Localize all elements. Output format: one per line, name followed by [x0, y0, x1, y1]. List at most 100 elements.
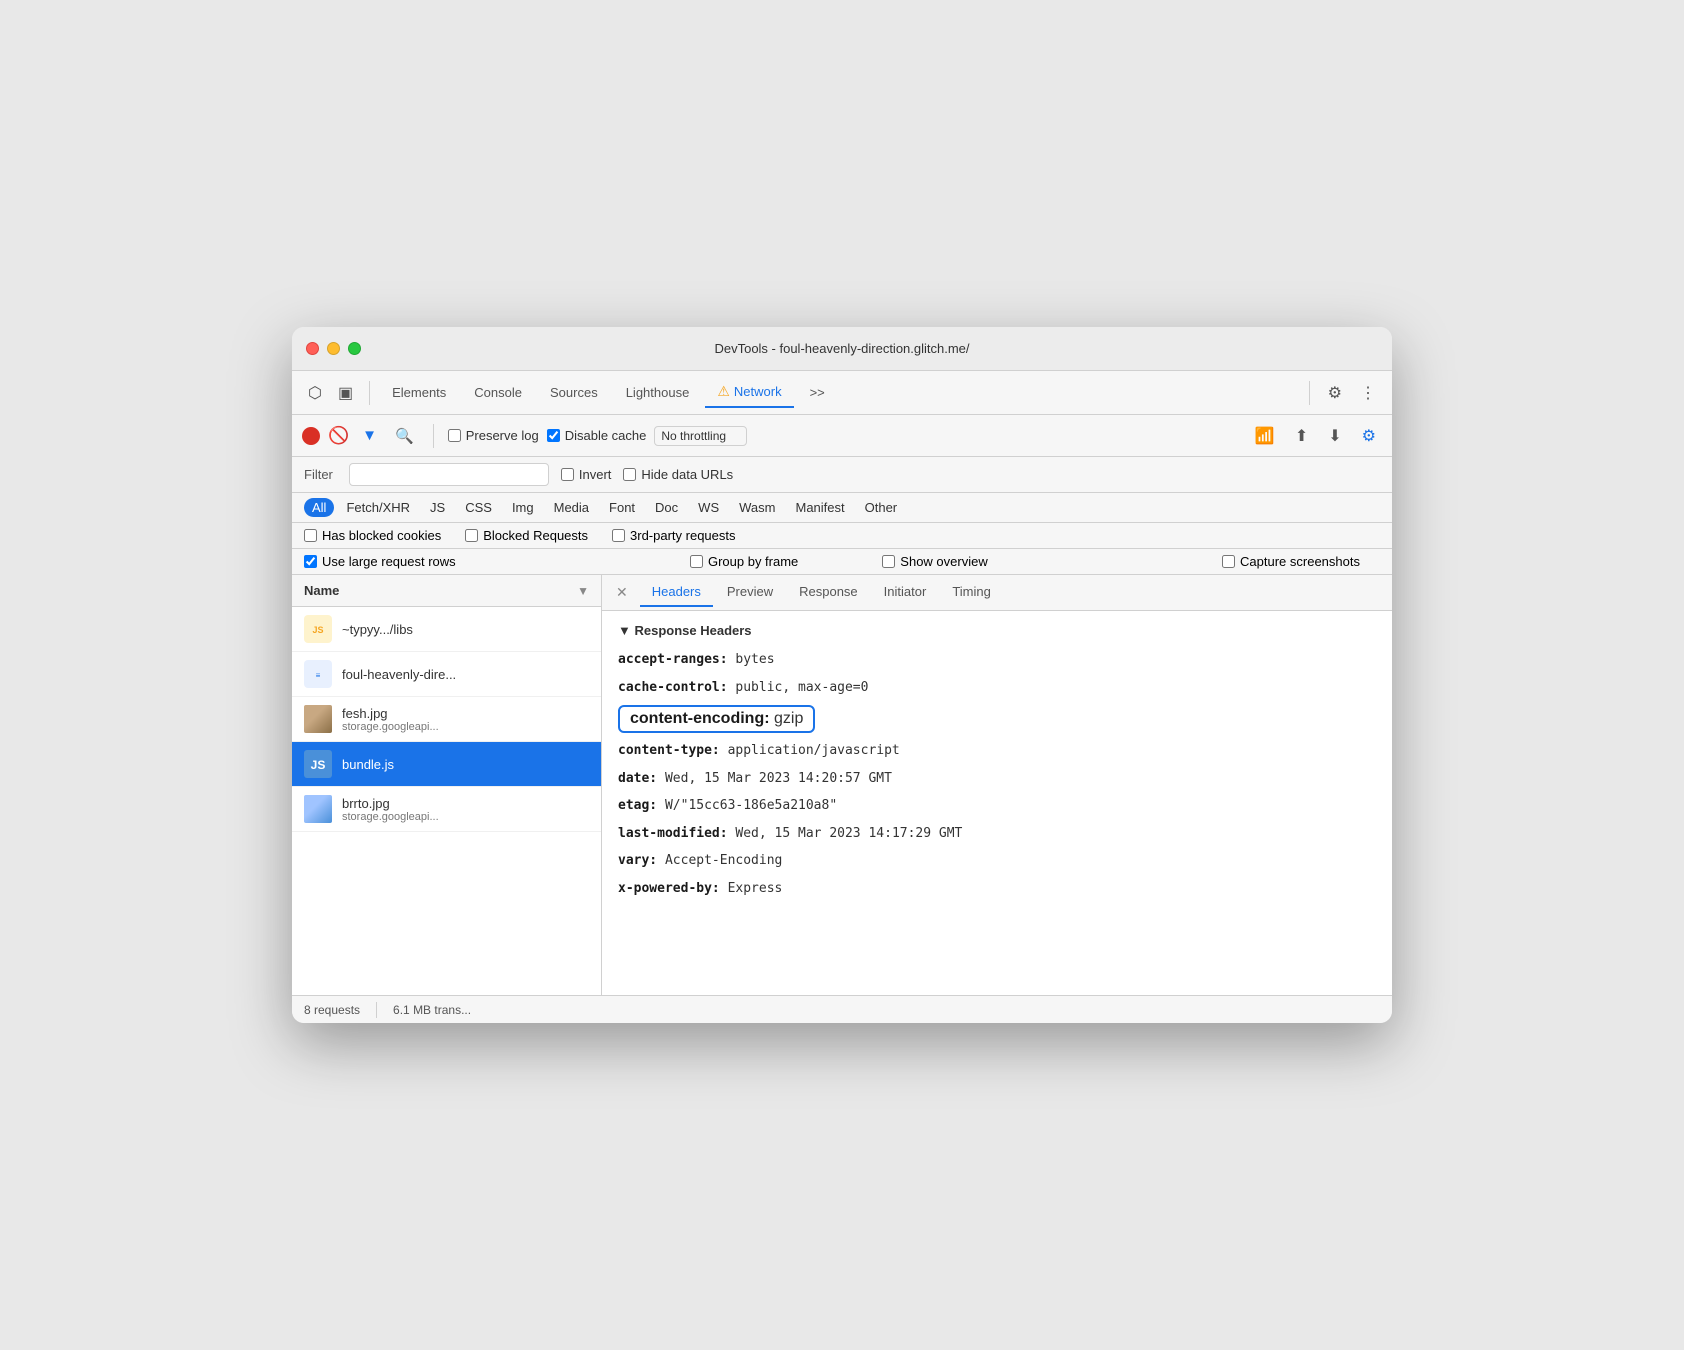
filter-row: Filter Invert Hide data URLs: [292, 457, 1392, 493]
highlighted-header: content-encoding: gzip: [618, 705, 815, 733]
hide-data-urls-checkbox[interactable]: Hide data URLs: [623, 467, 733, 482]
image-thumbnail-2: [304, 795, 332, 823]
type-other-button[interactable]: Other: [857, 498, 906, 517]
tab-lighthouse[interactable]: Lighthouse: [614, 379, 702, 406]
tab-sources[interactable]: Sources: [538, 379, 610, 406]
cursor-icon[interactable]: ⬡: [302, 379, 328, 407]
tab-timing[interactable]: Timing: [940, 578, 1003, 607]
filter-input[interactable]: [349, 463, 549, 486]
tab-network[interactable]: ⚠ Network: [705, 377, 793, 408]
main-content: Name ▼ JS ~typyy.../libs ≡ foul-heavenly…: [292, 575, 1392, 995]
close-button[interactable]: [306, 342, 319, 355]
type-manifest-button[interactable]: Manifest: [787, 498, 852, 517]
net-toolbar-right: 📶 ⬆ ⬇ ⚙: [1249, 422, 1382, 450]
type-js-button[interactable]: JS: [422, 498, 453, 517]
settings-blue-icon[interactable]: ⚙: [1356, 422, 1382, 450]
third-party-checkbox[interactable]: 3rd-party requests: [612, 528, 736, 543]
tab-console[interactable]: Console: [462, 379, 534, 406]
block-requests-icon[interactable]: 🚫: [328, 426, 349, 446]
header-value: Accept-Encoding: [657, 853, 782, 868]
header-row-content-type: content-type: application/javascript: [618, 737, 1376, 765]
header-name: vary:: [618, 853, 657, 868]
file-name: ~typyy.../libs: [342, 622, 413, 637]
file-icon-img: [304, 705, 332, 733]
upload-icon[interactable]: ⬆: [1289, 422, 1314, 450]
header-row-last-modified: last-modified: Wed, 15 Mar 2023 14:17:29…: [618, 820, 1376, 848]
checkbox-row-1: Has blocked cookies Blocked Requests 3rd…: [292, 523, 1392, 549]
sort-arrow-icon: ▼: [577, 584, 589, 598]
checkbox-row-2: Use large request rows Group by frame Sh…: [292, 549, 1392, 575]
disable-cache-checkbox[interactable]: Disable cache: [547, 428, 647, 443]
throttling-select[interactable]: No throttling: [654, 426, 747, 446]
list-item[interactable]: JS ~typyy.../libs: [292, 607, 601, 652]
window-title: DevTools - foul-heavenly-direction.glitc…: [714, 341, 969, 356]
tab-elements[interactable]: Elements: [380, 379, 458, 406]
file-domain: storage.googleapi...: [342, 721, 439, 733]
tab-headers[interactable]: Headers: [640, 578, 713, 607]
tab-initiator[interactable]: Initiator: [872, 578, 939, 607]
search-icon[interactable]: 🔍: [390, 424, 419, 448]
tab-more[interactable]: >>: [798, 379, 837, 406]
preserve-log-checkbox[interactable]: Preserve log: [448, 428, 539, 443]
maximize-button[interactable]: [348, 342, 361, 355]
wifi-icon[interactable]: 📶: [1249, 422, 1281, 450]
type-font-button[interactable]: Font: [601, 498, 643, 517]
filter-icon[interactable]: ▼: [357, 424, 382, 447]
has-blocked-cookies-checkbox[interactable]: Has blocked cookies: [304, 528, 441, 543]
invert-checkbox[interactable]: Invert: [561, 467, 612, 482]
inspect-icon[interactable]: ▣: [332, 379, 359, 407]
type-all-button[interactable]: All: [304, 498, 334, 517]
section-title[interactable]: ▼ Response Headers: [618, 623, 1376, 638]
settings-icon[interactable]: ⚙: [1322, 379, 1348, 407]
file-list: Name ▼ JS ~typyy.../libs ≡ foul-heavenly…: [292, 575, 602, 995]
file-name: foul-heavenly-dire...: [342, 667, 456, 682]
record-stop-button[interactable]: [302, 427, 320, 445]
file-info: brrto.jpg storage.googleapi...: [342, 796, 439, 823]
file-info: foul-heavenly-dire...: [342, 667, 456, 682]
type-doc-button[interactable]: Doc: [647, 498, 686, 517]
file-list-header: Name ▼: [292, 575, 601, 607]
header-value: Wed, 15 Mar 2023 14:20:57 GMT: [657, 771, 892, 786]
filter-label: Filter: [304, 467, 333, 482]
svg-text:≡: ≡: [316, 671, 321, 680]
type-css-button[interactable]: CSS: [457, 498, 500, 517]
warning-icon: ⚠: [717, 383, 730, 400]
type-filter-row: All Fetch/XHR JS CSS Img Media Font Doc …: [292, 493, 1392, 523]
detail-tabs: ✕ Headers Preview Response Initiator Tim…: [602, 575, 1392, 611]
show-overview-checkbox[interactable]: Show overview: [882, 554, 987, 569]
blocked-requests-checkbox[interactable]: Blocked Requests: [465, 528, 588, 543]
file-icon-js: JS: [304, 615, 332, 643]
header-value: application/javascript: [720, 743, 900, 758]
minimize-button[interactable]: [327, 342, 340, 355]
requests-count: 8 requests: [304, 1003, 360, 1017]
tab-response[interactable]: Response: [787, 578, 870, 607]
type-ws-button[interactable]: WS: [690, 498, 727, 517]
large-rows-checkbox[interactable]: Use large request rows: [304, 554, 456, 569]
list-item[interactable]: ≡ foul-heavenly-dire...: [292, 652, 601, 697]
tab-preview[interactable]: Preview: [715, 578, 785, 607]
type-img-button[interactable]: Img: [504, 498, 542, 517]
file-domain: storage.googleapi...: [342, 811, 439, 823]
header-row-content-encoding: content-encoding: gzip: [618, 705, 1376, 733]
header-name: cache-control:: [618, 680, 728, 695]
header-row-vary: vary: Accept-Encoding: [618, 847, 1376, 875]
image-thumbnail: [304, 705, 332, 733]
type-fetchxhr-button[interactable]: Fetch/XHR: [338, 498, 418, 517]
file-icon-img2: [304, 795, 332, 823]
group-by-frame-checkbox[interactable]: Group by frame: [690, 554, 798, 569]
list-item-selected[interactable]: JS bundle.js: [292, 742, 601, 787]
type-wasm-button[interactable]: Wasm: [731, 498, 783, 517]
transferred-size: 6.1 MB trans...: [393, 1003, 471, 1017]
header-name: accept-ranges:: [618, 652, 728, 667]
list-item[interactable]: fesh.jpg storage.googleapi...: [292, 697, 601, 742]
detail-panel: ✕ Headers Preview Response Initiator Tim…: [602, 575, 1392, 995]
file-info: fesh.jpg storage.googleapi...: [342, 706, 439, 733]
capture-screenshots-checkbox[interactable]: Capture screenshots: [1222, 554, 1360, 569]
header-row-cache-control: cache-control: public, max-age=0: [618, 674, 1376, 702]
close-detail-button[interactable]: ✕: [610, 582, 634, 603]
type-media-button[interactable]: Media: [546, 498, 597, 517]
traffic-lights: [306, 342, 361, 355]
download-icon[interactable]: ⬇: [1322, 422, 1347, 450]
more-options-icon[interactable]: ⋮: [1354, 379, 1382, 407]
list-item[interactable]: brrto.jpg storage.googleapi...: [292, 787, 601, 832]
